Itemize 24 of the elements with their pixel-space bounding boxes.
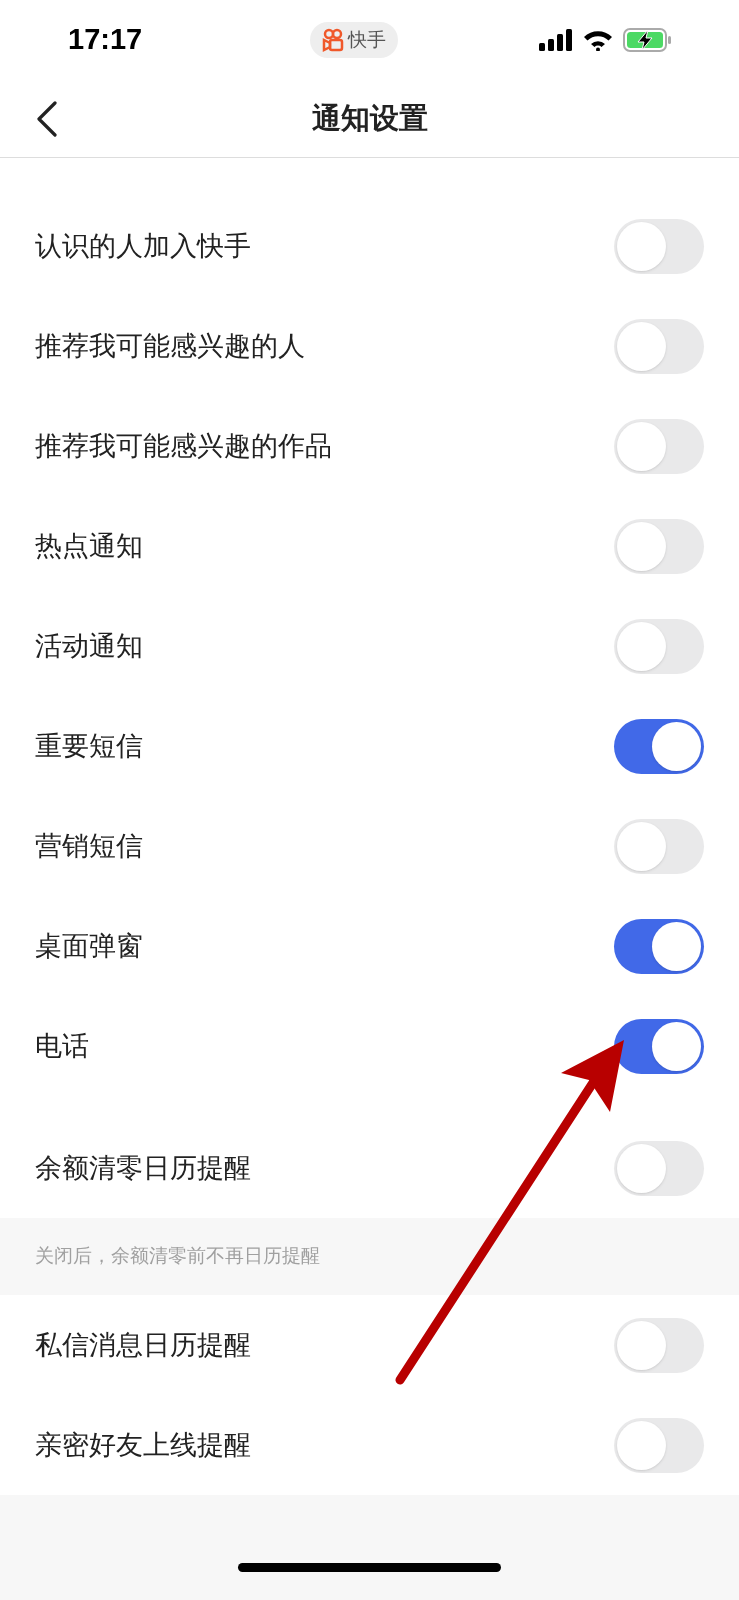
- setting-label: 桌面弹窗: [35, 929, 143, 963]
- app-badge[interactable]: 快手: [309, 22, 398, 58]
- setting-label: 重要短信: [35, 729, 143, 763]
- page-title: 通知设置: [311, 100, 428, 136]
- setting-label: 活动通知: [35, 629, 143, 663]
- battery-icon: [623, 28, 671, 52]
- camera-icon: [321, 28, 344, 52]
- setting-label: 营销短信: [35, 829, 143, 863]
- setting-label: 余额清零日历提醒: [35, 1151, 251, 1185]
- setting-note: 关闭后，余额清零前不再日历提醒: [35, 1244, 320, 1269]
- signal-icon: [539, 29, 573, 51]
- toggle-switch[interactable]: [614, 918, 704, 974]
- setting-label: 私信消息日历提醒: [35, 1328, 251, 1362]
- toggle-switch[interactable]: [614, 1018, 704, 1074]
- setting-label: 电话: [35, 1029, 89, 1063]
- status-time: 17:17: [68, 22, 144, 58]
- toggle-switch[interactable]: [614, 718, 704, 774]
- wifi-icon: [583, 29, 613, 51]
- setting-label: 亲密好友上线提醒: [35, 1428, 251, 1462]
- setting-label: 推荐我可能感兴趣的人: [35, 329, 305, 363]
- back-icon[interactable]: [36, 100, 58, 137]
- setting-label: 热点通知: [35, 529, 143, 563]
- setting-label: 推荐我可能感兴趣的作品: [35, 429, 332, 463]
- setting-label: 认识的人加入快手: [35, 229, 251, 263]
